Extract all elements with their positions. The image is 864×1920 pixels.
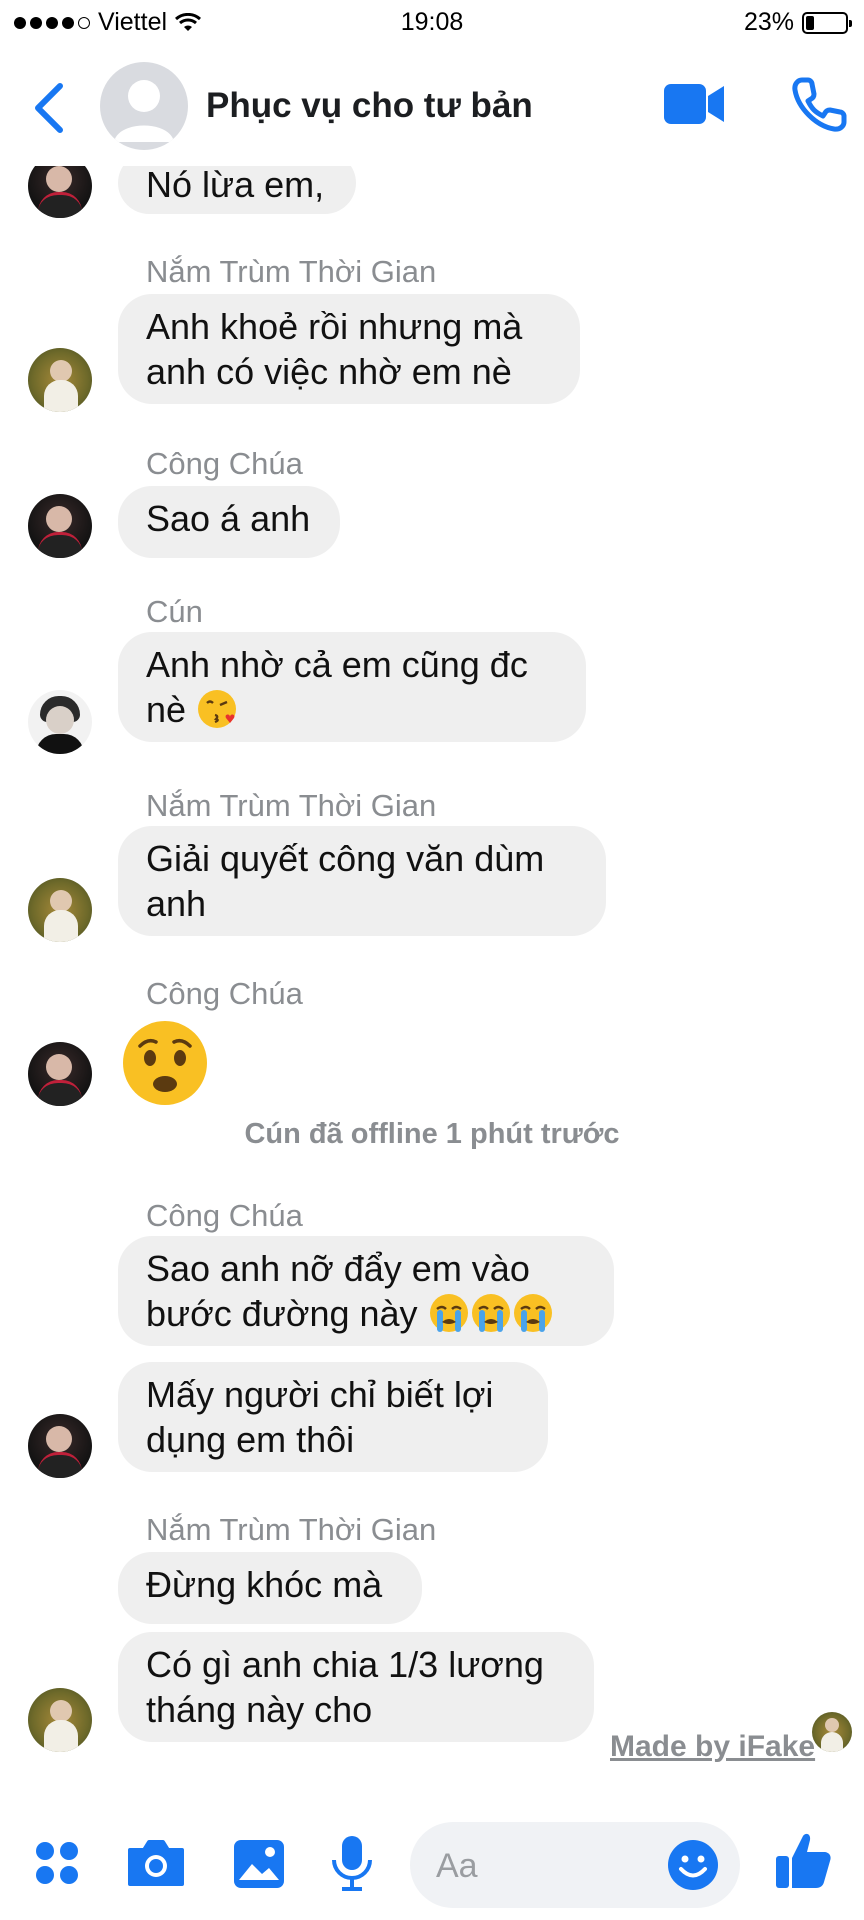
message-bubble[interactable]: Đừng khóc mà	[118, 1552, 422, 1624]
phone-icon[interactable]	[790, 76, 848, 134]
crying-face-emoji-icon	[513, 1294, 552, 1332]
message-bubble[interactable]: Anh nhờ cả em cũng đc nè	[118, 632, 586, 742]
message-text: dụng em thôi	[146, 1419, 355, 1460]
avatar[interactable]	[28, 690, 92, 754]
message-bubble[interactable]: Có gì anh chia 1/3 lương tháng này cho	[118, 1632, 594, 1742]
message-bubble[interactable]: Giải quyết công văn dùm anh	[118, 826, 606, 936]
message-text: Có gì anh chia 1/3 lương	[146, 1644, 544, 1685]
avatar[interactable]	[28, 494, 92, 558]
message-input-wrapper[interactable]	[410, 1822, 740, 1908]
message-text: Đừng khóc mà	[146, 1564, 383, 1605]
camera-icon[interactable]	[126, 1838, 186, 1888]
kissing-heart-emoji-icon	[198, 690, 237, 728]
anxious-face-emoji-icon[interactable]	[120, 1018, 210, 1108]
sender-name: Công Chúa	[146, 976, 303, 1011]
message-text: Nó lừa em,	[146, 164, 325, 205]
message-input[interactable]	[434, 1840, 638, 1892]
sender-name: Công Chúa	[146, 1198, 303, 1233]
group-avatar[interactable]	[100, 62, 188, 150]
composer-bar	[0, 1804, 864, 1920]
message-text: Anh khoẻ rồi nhưng mà	[146, 306, 523, 347]
battery-group: 23%	[743, 8, 852, 37]
message-list[interactable]: Nó lừa em, Nắm Trùm Thời Gian Anh khoẻ r…	[0, 152, 864, 1800]
avatar[interactable]	[28, 1414, 92, 1478]
watermark: Made by iFake	[610, 1730, 816, 1763]
status-bar: Viettel 19:08 23%	[0, 0, 864, 50]
thumbs-up-icon[interactable]	[774, 1830, 832, 1890]
message-text: anh	[146, 883, 207, 924]
crying-face-emoji-icon	[471, 1294, 510, 1332]
message-text: Anh nhờ cả em cũng đc	[146, 644, 528, 685]
battery-icon	[802, 11, 852, 34]
person-placeholder-icon	[114, 80, 174, 142]
image-icon[interactable]	[232, 1838, 286, 1890]
message-text: anh có việc nhờ em nè	[146, 351, 512, 392]
sender-name: Nắm Trùm Thời Gian	[146, 788, 437, 823]
message-text: nè	[146, 689, 187, 730]
chat-header: Phục vụ cho tư bản	[0, 50, 864, 166]
message-text: Giải quyết công văn dùm	[146, 838, 545, 879]
message-bubble[interactable]: Mấy người chỉ biết lợi dụng em thôi	[118, 1362, 548, 1472]
avatar[interactable]	[28, 878, 92, 942]
conversation-title[interactable]: Phục vụ cho tư bản	[206, 86, 533, 126]
sender-name: Nắm Trùm Thời Gian	[146, 1512, 437, 1547]
message-text: Sao á anh	[146, 498, 311, 539]
smiley-icon[interactable]	[666, 1838, 720, 1892]
crying-face-emoji-icon	[429, 1294, 468, 1332]
battery-percent: 23%	[743, 8, 794, 36]
chevron-left-icon[interactable]	[30, 80, 70, 136]
sender-name: Cún	[146, 594, 203, 629]
message-bubble[interactable]: Sao á anh	[118, 486, 340, 558]
seen-avatar	[812, 1712, 852, 1752]
message-bubble[interactable]: Anh khoẻ rồi nhưng mà anh có việc nhờ em…	[118, 294, 580, 404]
sender-name: Nắm Trùm Thời Gian	[146, 254, 437, 289]
avatar[interactable]	[28, 1042, 92, 1106]
microphone-icon[interactable]	[330, 1834, 374, 1892]
message-bubble[interactable]: Sao anh nỡ đẩy em vào bước đường này	[118, 1236, 614, 1346]
sender-name: Công Chúa	[146, 446, 303, 481]
message-text: Mấy người chỉ biết lợi	[146, 1374, 494, 1415]
message-text: Sao anh nỡ đẩy em vào	[146, 1248, 530, 1289]
message-text: bước đường này	[146, 1293, 418, 1334]
offline-status-note: Cún đã offline 1 phút trước	[244, 1118, 620, 1150]
video-camera-icon[interactable]	[662, 78, 728, 130]
message-text: tháng này cho	[146, 1689, 373, 1730]
avatar[interactable]	[28, 348, 92, 412]
four-dots-icon[interactable]	[34, 1840, 80, 1886]
avatar[interactable]	[28, 1688, 92, 1752]
clock: 19:08	[400, 8, 464, 36]
